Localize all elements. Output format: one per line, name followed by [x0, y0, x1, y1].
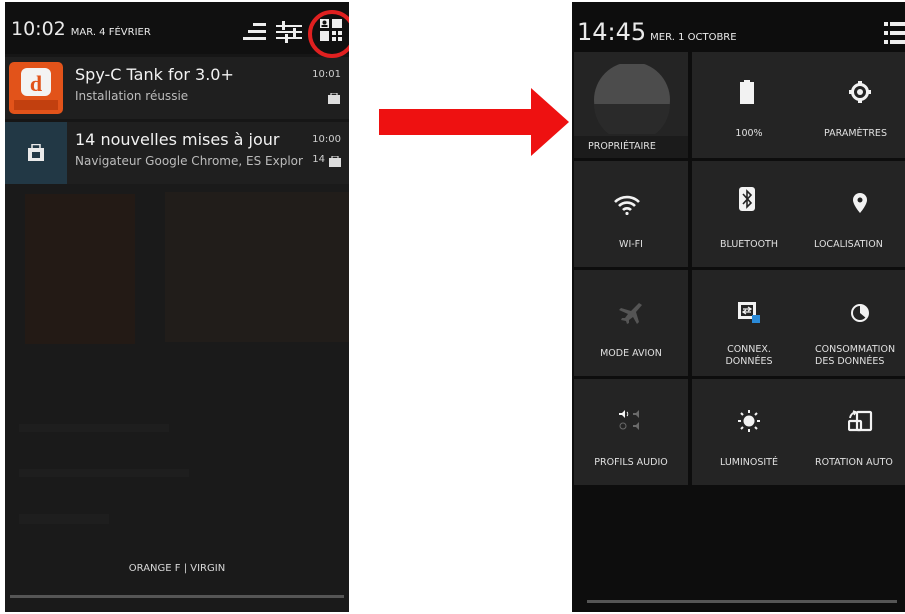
app-icon: d — [9, 62, 63, 114]
notification-shade-screen: 10:02 MAR. 4 FÉVRIER d Spy-C Tank for 3.0… — [5, 2, 349, 612]
notification-time: 10:00 — [312, 134, 341, 145]
spy-tank-logo-icon: d — [14, 68, 58, 110]
app-icon — [5, 122, 67, 184]
date: MAR. 4 FÉVRIER — [70, 27, 151, 38]
store-bag-icon — [328, 93, 340, 104]
clock: 10:02 MAR. 4 FÉVRIER — [11, 18, 151, 40]
tile-battery[interactable]: 100% — [692, 52, 806, 158]
quick-settings-screen: 14:45 MER. 1 OCTOBRE PROPRIÉTAIRE 100% PA… — [572, 2, 905, 612]
notifications-list-icon[interactable] — [884, 22, 905, 44]
drag-handle[interactable] — [10, 595, 344, 598]
wifi-icon — [614, 195, 640, 215]
notification-time: 10:01 — [312, 69, 341, 80]
clock: 14:45 MER. 1 OCTOBRE — [577, 18, 737, 46]
brightness-icon — [738, 410, 760, 432]
tile-auto-rotate[interactable]: ROTATION AUTO — [805, 379, 905, 485]
airplane-icon — [619, 303, 642, 324]
notification-count: 14 — [312, 154, 325, 165]
notification-updates[interactable]: 14 nouvelles mises à jour Navigateur Goo… — [5, 122, 349, 184]
tile-brightness[interactable]: LUMINOSITÉ — [692, 379, 806, 485]
notification-title: 14 nouvelles mises à jour — [75, 130, 280, 149]
tile-label: LOCALISATION — [814, 239, 883, 250]
tile-owner[interactable]: PROPRIÉTAIRE — [574, 52, 688, 158]
location-icon — [853, 193, 867, 213]
tile-label: CONNEX. DONNÉES — [725, 344, 773, 367]
tile-label: PARAMÈTRES — [824, 128, 887, 139]
tile-label: MODE AVION — [600, 348, 662, 359]
battery-icon — [740, 80, 754, 104]
tile-label: PROPRIÉTAIRE — [574, 136, 688, 158]
date: MER. 1 OCTOBRE — [650, 32, 737, 43]
tile-data-connection[interactable]: CONNEX. DONNÉES — [692, 270, 806, 376]
data-usage-icon — [851, 304, 869, 322]
status-bar: 10:02 MAR. 4 FÉVRIER — [5, 2, 349, 54]
bluetooth-icon — [739, 187, 755, 211]
tile-airplane-mode[interactable]: MODE AVION — [574, 270, 688, 376]
brightness-slider-icon[interactable] — [243, 21, 267, 43]
tile-label: PROFILS AUDIO — [594, 457, 668, 468]
tile-location[interactable]: LOCALISATION — [805, 161, 905, 267]
audio-profiles-icon — [619, 410, 639, 430]
tile-data-usage[interactable]: CONSOMMATION DES DONNÉES — [805, 270, 905, 376]
tile-wifi[interactable]: WI-FI — [574, 161, 688, 267]
tile-label: ROTATION AUTO — [815, 457, 893, 468]
arrow-right-icon — [379, 88, 569, 156]
carrier-label: ORANGE F | VIRGIN — [128, 563, 226, 574]
dimmed-background — [5, 184, 349, 612]
tile-label: BLUETOOTH — [720, 239, 778, 250]
drag-handle[interactable] — [587, 600, 897, 603]
notification-install[interactable]: d Spy-C Tank for 3.0+ Installation réuss… — [5, 57, 349, 119]
store-bag-icon — [329, 156, 341, 167]
tile-label: CONSOMMATION DES DONNÉES — [815, 344, 896, 367]
notification-title: Spy-C Tank for 3.0+ — [75, 65, 234, 84]
settings-sliders-icon[interactable] — [276, 21, 302, 43]
tile-audio-profiles[interactable]: PROFILS AUDIO — [574, 379, 688, 485]
svg-text:d: d — [30, 71, 42, 96]
tile-label: WI-FI — [619, 239, 643, 250]
highlight-circle — [308, 10, 349, 58]
tile-bluetooth[interactable]: BLUETOOTH — [692, 161, 806, 267]
notification-subtitle: Installation réussie — [75, 89, 189, 103]
gear-icon — [849, 81, 871, 103]
update-bag-icon — [28, 144, 44, 161]
tile-label: 100% — [735, 128, 763, 139]
notification-subtitle: Navigateur Google Chrome, ES Explor — [75, 154, 303, 168]
tile-label: LUMINOSITÉ — [720, 457, 778, 468]
rotation-icon — [848, 410, 873, 432]
avatar-icon — [594, 64, 670, 134]
data-connection-icon — [738, 302, 760, 323]
tile-settings[interactable]: PARAMÈTRES — [805, 52, 905, 158]
